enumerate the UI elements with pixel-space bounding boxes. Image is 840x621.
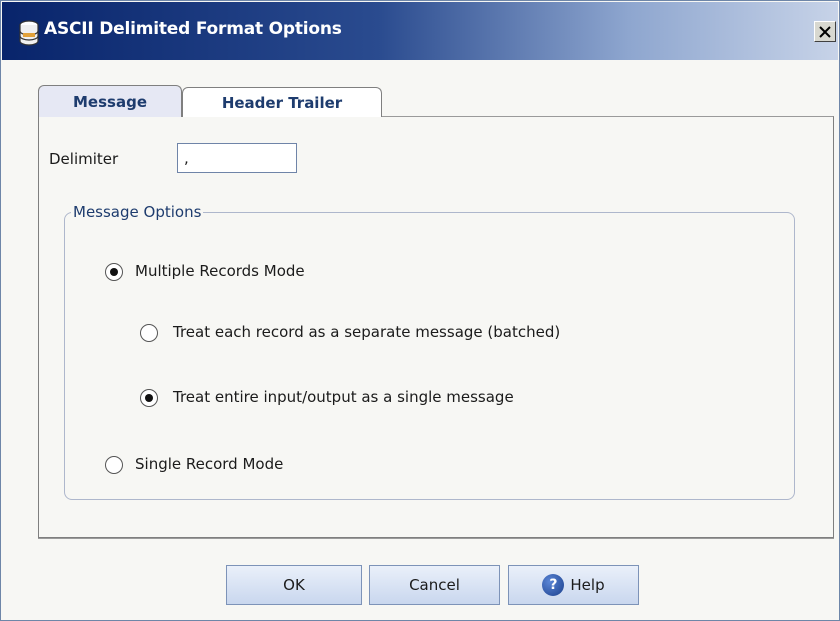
close-button[interactable]: [814, 21, 836, 42]
help-icon: ?: [542, 574, 565, 596]
button-separator: [38, 538, 834, 539]
ok-button-label: OK: [283, 576, 305, 594]
batched-radio[interactable]: [140, 324, 158, 342]
window-title: ASCII Delimited Format Options: [44, 19, 342, 39]
single-record-mode-radio[interactable]: [105, 456, 123, 474]
multiple-records-mode-radio[interactable]: [105, 263, 123, 281]
tab-header-trailer[interactable]: Header Trailer: [182, 87, 382, 117]
help-button-label: Help: [570, 576, 605, 594]
database-icon: [19, 20, 39, 46]
cancel-button-label: Cancel: [409, 576, 460, 594]
single-message-radio[interactable]: [140, 389, 158, 407]
delimiter-label: Delimiter: [49, 150, 119, 168]
close-icon: [819, 25, 831, 38]
cancel-button[interactable]: Cancel: [369, 565, 500, 605]
batched-label[interactable]: Treat each record as a separate message …: [173, 323, 560, 341]
single-message-label[interactable]: Treat entire input/output as a single me…: [173, 388, 514, 406]
tab-header-trailer-label: Header Trailer: [221, 93, 343, 112]
dialog-window: ASCII Delimited Format Options Message H…: [0, 0, 840, 621]
title-bar[interactable]: ASCII Delimited Format Options: [2, 2, 838, 60]
help-button[interactable]: ? Help: [508, 565, 639, 605]
delimiter-input[interactable]: [177, 143, 297, 173]
message-options-legend: Message Options: [71, 203, 204, 221]
tab-message[interactable]: Message: [38, 85, 182, 117]
single-record-mode-label[interactable]: Single Record Mode: [135, 455, 283, 473]
multiple-records-mode-label[interactable]: Multiple Records Mode: [135, 262, 305, 280]
ok-button[interactable]: OK: [226, 565, 362, 605]
tab-message-label: Message: [73, 92, 147, 111]
